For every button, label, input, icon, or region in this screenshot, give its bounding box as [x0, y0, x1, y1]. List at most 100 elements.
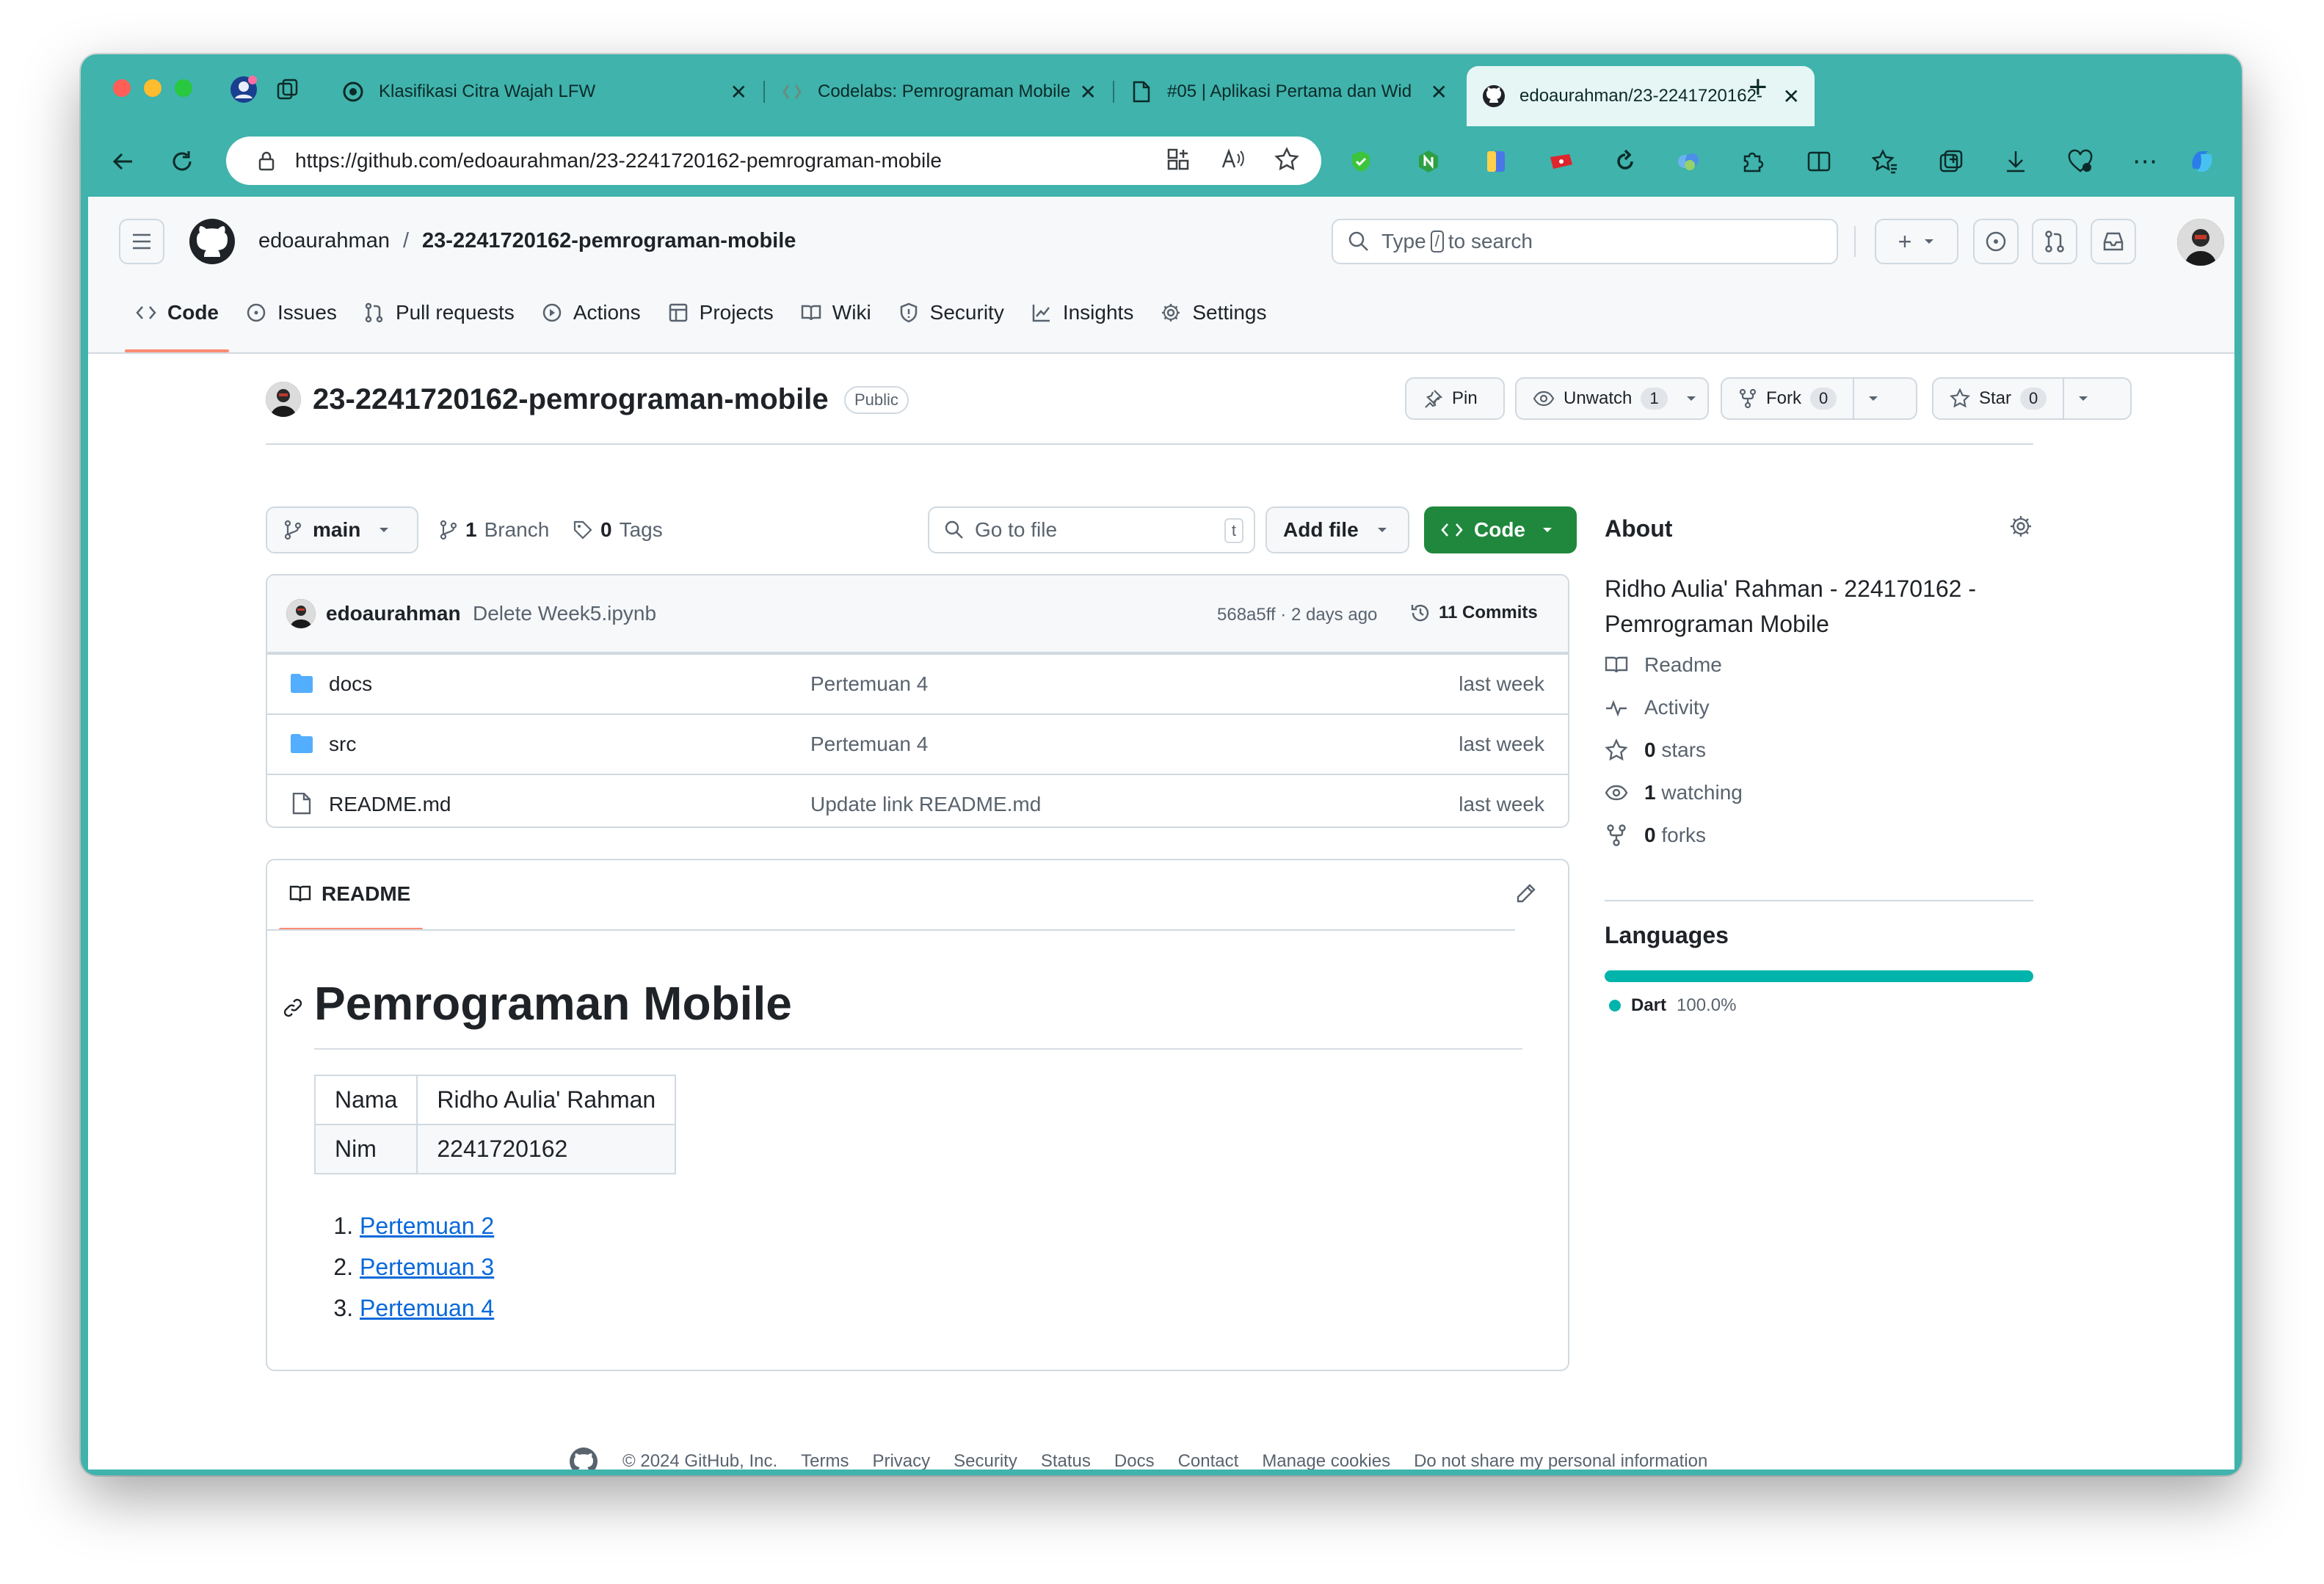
- footer-link-security[interactable]: Security: [954, 1451, 1017, 1472]
- stars-link[interactable]: 0 stars: [1605, 738, 1706, 762]
- file-name[interactable]: README.md: [329, 793, 451, 816]
- close-tab-icon[interactable]: ✕: [1783, 84, 1800, 109]
- file-commit-message[interactable]: Pertemuan 4: [810, 672, 928, 696]
- read-aloud-icon[interactable]: [1220, 147, 1245, 172]
- breadcrumb-repo[interactable]: 23-2241720162-pemrograman-mobile: [422, 229, 796, 253]
- profile-icon[interactable]: [228, 73, 260, 106]
- commit-message[interactable]: Delete Week5.ipynb: [473, 602, 656, 625]
- pull-requests-button[interactable]: [2032, 219, 2077, 264]
- tab-code[interactable]: Code: [122, 286, 232, 352]
- anchor-link-icon[interactable]: [282, 997, 304, 1019]
- cloud-extension-icon[interactable]: [1672, 145, 1704, 178]
- tab-security[interactable]: Security: [885, 286, 1017, 339]
- app-available-icon[interactable]: [1166, 147, 1191, 172]
- chevron-down-icon[interactable]: [1685, 395, 1697, 402]
- unwatch-button[interactable]: Unwatch 1: [1515, 377, 1709, 420]
- close-window-button[interactable]: [113, 79, 131, 97]
- downloads-icon[interactable]: [2000, 145, 2032, 178]
- browser-essentials-icon[interactable]: [2064, 145, 2096, 178]
- collections-icon[interactable]: [1935, 145, 1967, 178]
- inbox-button[interactable]: [2091, 219, 2136, 264]
- branch-selector[interactable]: main: [266, 506, 418, 553]
- url-field[interactable]: https://github.com/edoaurahman/23-224172…: [226, 137, 1321, 185]
- refresh-extension-icon[interactable]: [1609, 145, 1641, 178]
- star-button[interactable]: Star 0: [1932, 377, 2132, 420]
- user-avatar[interactable]: [2177, 219, 2224, 266]
- file-row[interactable]: src Pertemuan 4 last week: [267, 713, 1568, 774]
- readme-tab[interactable]: README: [289, 882, 410, 906]
- notes-extension-icon[interactable]: [1480, 145, 1512, 178]
- file-name[interactable]: docs: [329, 672, 372, 696]
- owner-avatar[interactable]: [266, 382, 301, 417]
- footer-link-privacy[interactable]: Privacy: [872, 1451, 930, 1472]
- tab-actions-icon[interactable]: [272, 73, 304, 106]
- tab-settings[interactable]: Settings: [1147, 286, 1279, 339]
- repo-name[interactable]: 23-2241720162-pemrograman-mobile: [313, 383, 829, 416]
- pertemuan-2-link[interactable]: Pertemuan 2: [360, 1213, 494, 1239]
- back-button[interactable]: [106, 144, 141, 179]
- adblock-extension-icon[interactable]: [1345, 145, 1377, 178]
- chevron-down-icon[interactable]: [1867, 395, 1879, 402]
- issues-button[interactable]: [1973, 219, 2019, 264]
- search-input[interactable]: Type / to search: [1332, 219, 1838, 264]
- tab-aplikasi-pertama[interactable]: #05 | Aplikasi Pertama dan Wid ✕: [1114, 66, 1462, 117]
- pertemuan-4-link[interactable]: Pertemuan 4: [360, 1295, 494, 1321]
- code-button[interactable]: Code: [1424, 506, 1577, 553]
- github-logo-icon[interactable]: [188, 217, 236, 266]
- footer-link-do-not-share[interactable]: Do not share my personal information: [1414, 1451, 1707, 1472]
- tab-actions[interactable]: Actions: [528, 286, 654, 339]
- favorites-icon[interactable]: [1869, 145, 1901, 178]
- breadcrumb-owner[interactable]: edoaurahman: [258, 229, 390, 253]
- tab-projects[interactable]: Projects: [654, 286, 787, 339]
- branches-link[interactable]: 1 Branch: [439, 518, 549, 542]
- pertemuan-3-link[interactable]: Pertemuan 3: [360, 1254, 494, 1280]
- footer-link-manage-cookies[interactable]: Manage cookies: [1262, 1451, 1390, 1472]
- extensions-puzzle-icon[interactable]: [1737, 145, 1769, 178]
- file-row[interactable]: docs Pertemuan 4 last week: [267, 653, 1568, 713]
- close-tab-icon[interactable]: ✕: [730, 80, 747, 104]
- footer-link-terms[interactable]: Terms: [801, 1451, 849, 1472]
- create-new-button[interactable]: +: [1875, 219, 1958, 264]
- minimize-window-button[interactable]: [144, 79, 161, 97]
- copilot-icon[interactable]: [2186, 145, 2218, 178]
- tab-klasifikasi[interactable]: Klasifikasi Citra Wajah LFW ✕: [326, 66, 762, 117]
- tab-insights[interactable]: Insights: [1017, 286, 1147, 339]
- tab-wiki[interactable]: Wiki: [787, 286, 885, 339]
- file-row[interactable]: README.md Update link README.md last wee…: [267, 774, 1568, 826]
- split-screen-icon[interactable]: [1803, 145, 1835, 178]
- go-to-file-input[interactable]: Go to file t: [928, 506, 1255, 553]
- edit-pencil-icon[interactable]: [1514, 882, 1537, 906]
- favorite-star-icon[interactable]: [1274, 147, 1299, 172]
- menu-button[interactable]: [119, 219, 164, 264]
- add-file-button[interactable]: Add file: [1266, 506, 1409, 553]
- fork-button[interactable]: Fork 0: [1721, 377, 1917, 420]
- tab-codelabs[interactable]: Codelabs: Pemrograman Mobile ✕: [765, 66, 1111, 117]
- readme-link[interactable]: Readme: [1605, 653, 1722, 677]
- file-commit-message[interactable]: Pertemuan 4: [810, 733, 928, 756]
- chevron-down-icon[interactable]: [2077, 395, 2089, 402]
- footer-link-docs[interactable]: Docs: [1114, 1451, 1155, 1472]
- new-tab-button[interactable]: +: [1749, 69, 1768, 106]
- more-menu-icon[interactable]: ⋯: [2129, 145, 2161, 178]
- language-item[interactable]: Dart 100.0%: [1609, 995, 1736, 1016]
- file-name[interactable]: src: [329, 733, 356, 756]
- commit-author-avatar[interactable]: [286, 599, 316, 628]
- pin-button[interactable]: Pin: [1405, 377, 1505, 420]
- watchers-link[interactable]: 1 watching: [1605, 781, 1743, 804]
- tab-issues[interactable]: Issues: [232, 286, 350, 339]
- footer-link-contact[interactable]: Contact: [1178, 1451, 1239, 1472]
- commits-link[interactable]: 11 Commits: [1409, 602, 1538, 624]
- close-tab-icon[interactable]: ✕: [1431, 80, 1448, 104]
- gear-icon[interactable]: [2008, 514, 2033, 539]
- close-tab-icon[interactable]: ✕: [1080, 80, 1097, 104]
- footer-link-status[interactable]: Status: [1041, 1451, 1091, 1472]
- file-commit-message[interactable]: Update link README.md: [810, 793, 1041, 816]
- video-extension-icon[interactable]: [1544, 145, 1577, 178]
- maximize-window-button[interactable]: [175, 79, 192, 97]
- commit-author[interactable]: edoaurahman: [326, 602, 461, 625]
- tab-pull-requests[interactable]: Pull requests: [350, 286, 528, 339]
- reload-button[interactable]: [164, 144, 200, 179]
- n-extension-icon[interactable]: [1412, 145, 1445, 178]
- tags-link[interactable]: 0 Tags: [573, 518, 663, 542]
- commit-hash-time[interactable]: 568a5ff · 2 days ago: [1217, 605, 1377, 625]
